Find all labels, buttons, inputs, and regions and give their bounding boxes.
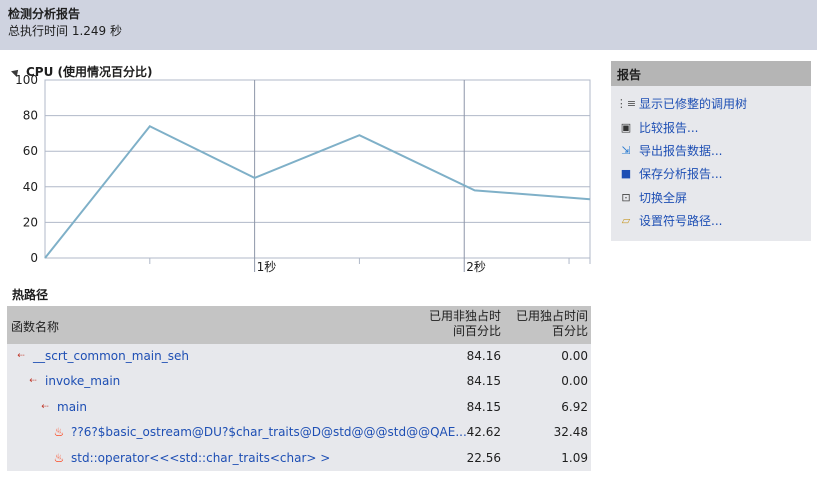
flame-icon: ♨ bbox=[53, 425, 65, 440]
function-cell[interactable]: ⇠ __scrt_common_main_seh bbox=[15, 349, 189, 363]
column-exclusive-percent[interactable]: 已用独占时间 百分比 bbox=[508, 309, 588, 339]
report-link-5[interactable]: ▱ 设置符号路径... bbox=[611, 209, 811, 232]
page-title: 检测分析报告 bbox=[8, 7, 81, 21]
hot-path-table: 函数名称 已用非独占时 间百分比 已用独占时间 百分比 ⇠ __scrt_comm… bbox=[7, 306, 591, 471]
report-link-label: 显示已修整的调用树 bbox=[639, 97, 748, 112]
plot-frame bbox=[44, 79, 591, 259]
y-tick-label: 40 bbox=[23, 180, 38, 194]
function-cell[interactable]: ⇠ main bbox=[39, 400, 87, 414]
y-tick-label: 0 bbox=[30, 251, 38, 265]
exclusive-value: 0.00 bbox=[561, 349, 588, 363]
function-cell[interactable]: ♨ std::operator<<<std::char_traits<char> … bbox=[53, 450, 331, 465]
save-icon: ■ bbox=[620, 167, 632, 181]
x-tick-label: 2秒 bbox=[466, 260, 486, 274]
exclusive-value: 6.92 bbox=[561, 399, 588, 414]
y-tick-label: 20 bbox=[23, 215, 38, 229]
column-inclusive-percent[interactable]: 已用非独占时 间百分比 bbox=[421, 309, 501, 339]
function-name: std::operator<<<std::char_traits<char> > bbox=[71, 450, 331, 465]
hot-path-title: 热路径 bbox=[12, 288, 49, 302]
inclusive-value: 84.16 bbox=[466, 349, 501, 363]
flame-icon: ♨ bbox=[53, 450, 65, 465]
report-panel-title: 报告 bbox=[611, 61, 811, 86]
table-header: 函数名称 已用非独占时 间百分比 已用独占时间 百分比 bbox=[7, 306, 591, 344]
fullscreen-icon: ⊡ bbox=[621, 190, 631, 204]
table-row[interactable]: ⇠ main 84.15 6.92 bbox=[7, 395, 591, 420]
column-function-name[interactable]: 函数名称 bbox=[11, 318, 59, 335]
report-link-label: 切换全屏 bbox=[639, 190, 688, 205]
x-tick-label: 1秒 bbox=[257, 260, 277, 274]
call-tree-icon: ⋮≡ bbox=[615, 97, 637, 111]
y-tick-label: 60 bbox=[23, 144, 38, 158]
report-link-0[interactable]: ⋮≡ 显示已修整的调用树 bbox=[611, 92, 811, 115]
table-row[interactable]: ♨ std::operator<<<std::char_traits<char> … bbox=[7, 446, 591, 471]
call-tree-icon: ⇠ bbox=[41, 401, 49, 412]
table-row[interactable]: ♨ ??6?$basic_ostream@DU?$char_traits@D@st… bbox=[7, 420, 591, 445]
y-tick-label: 80 bbox=[23, 109, 38, 123]
inclusive-value: 42.62 bbox=[466, 425, 501, 440]
table-row[interactable]: ⇠ __scrt_common_main_seh 84.16 0.00 bbox=[7, 344, 591, 369]
total-execution-time: 总执行时间 1.249 秒 bbox=[8, 24, 122, 38]
report-header: 检测分析报告 总执行时间 1.249 秒 bbox=[0, 0, 817, 50]
report-link-3[interactable]: ■ 保存分析报告... bbox=[611, 162, 811, 185]
report-link-1[interactable]: ▣ 比较报告... bbox=[611, 115, 811, 138]
report-link-label: 保存分析报告... bbox=[639, 167, 723, 182]
inclusive-value: 22.56 bbox=[466, 450, 501, 465]
call-tree-icon: ⇠ bbox=[29, 376, 37, 387]
exclusive-value: 32.48 bbox=[553, 425, 588, 440]
report-link-4[interactable]: ⊡ 切换全屏 bbox=[611, 186, 811, 209]
inclusive-value: 84.15 bbox=[466, 399, 501, 414]
report-link-2[interactable]: ⇲ 导出报告数据... bbox=[611, 139, 811, 162]
function-name: __scrt_common_main_seh bbox=[33, 349, 189, 363]
exclusive-value: 0.00 bbox=[561, 374, 588, 389]
inclusive-value: 84.15 bbox=[466, 374, 501, 389]
table-body: ⇠ __scrt_common_main_seh 84.16 0.00 ⇠ invoke_… bbox=[7, 344, 591, 471]
report-panel: 报告 ⋮≡ 显示已修整的调用树 ▣ 比较报告... ⇲ 导出报告数据... ■ 保存分析报告.… bbox=[611, 61, 811, 241]
report-link-label: 比较报告... bbox=[639, 120, 699, 135]
function-name: ??6?$basic_ostream@DU?$char_traits@D@std… bbox=[71, 425, 467, 440]
function-cell[interactable]: ⇠ invoke_main bbox=[27, 374, 120, 388]
export-icon: ⇲ bbox=[621, 143, 631, 157]
report-links: ⋮≡ 显示已修整的调用树 ▣ 比较报告... ⇲ 导出报告数据... ■ 保存分析报告... ⊡… bbox=[611, 86, 811, 232]
y-tick-label: 100 bbox=[15, 75, 38, 87]
compare-icon: ▣ bbox=[620, 120, 632, 134]
report-link-label: 导出报告数据... bbox=[639, 143, 723, 158]
folder-icon: ▱ bbox=[621, 214, 631, 228]
table-row[interactable]: ⇠ invoke_main 84.15 0.00 bbox=[7, 369, 591, 394]
function-cell[interactable]: ♨ ??6?$basic_ostream@DU?$char_traits@D@st… bbox=[53, 425, 467, 439]
function-name: invoke_main bbox=[45, 374, 121, 389]
exclusive-value: 1.09 bbox=[561, 450, 588, 465]
report-link-label: 设置符号路径... bbox=[639, 214, 723, 229]
function-name: main bbox=[57, 399, 87, 414]
cpu-usage-chart: 0 20 40 60 80 100 1秒 2秒 bbox=[15, 75, 591, 274]
call-tree-icon: ⇠ bbox=[17, 351, 25, 361]
